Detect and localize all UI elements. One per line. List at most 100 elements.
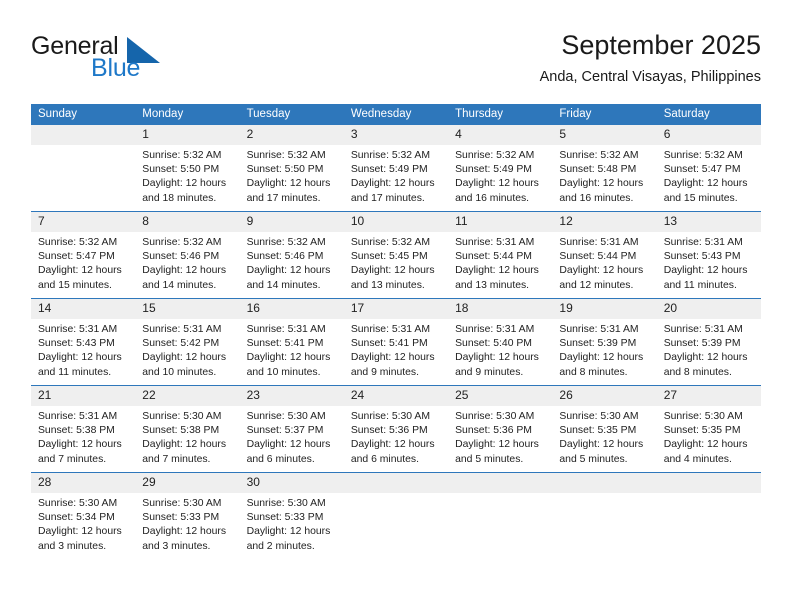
sunset-time: Sunset: 5:50 PM <box>246 164 324 176</box>
sunset-time: Sunset: 5:44 PM <box>559 251 637 263</box>
calendar-day-cell[interactable]: 9 Sunrise: 5:32 AM Sunset: 5:46 PM Daylight… <box>239 211 344 299</box>
daylight-duration-line1: Daylight: 12 hours <box>350 439 435 451</box>
daylight-duration-line2: and 10 minutes. <box>142 366 217 378</box>
sunrise-time: Sunrise: 5:31 AM <box>38 324 118 335</box>
day-number: 25 <box>448 386 553 406</box>
calendar-day-cell[interactable]: 5 Sunrise: 5:32 AM Sunset: 5:48 PM Daylight… <box>552 125 657 212</box>
sunrise-time: Sunrise: 5:31 AM <box>246 324 326 335</box>
day-sun-info: Sunrise: 5:32 AM Sunset: 5:50 PM Daylight:… <box>240 145 344 206</box>
day-number: 30 <box>239 473 344 493</box>
calendar-day-cell[interactable]: 18 Sunrise: 5:31 AM Sunset: 5:40 PM Dayligh… <box>448 298 553 386</box>
daylight-duration-line2: and 9 minutes. <box>455 366 524 378</box>
calendar-day-cell[interactable]: 20 Sunrise: 5:31 AM Sunset: 5:39 PM Dayligh… <box>656 298 761 386</box>
calendar-day-cell[interactable]: 12 Sunrise: 5:31 AM Sunset: 5:44 PM Dayligh… <box>552 211 657 299</box>
calendar-week-row: 14 Sunrise: 5:31 AM Sunset: 5:43 PM Dayligh… <box>31 298 761 386</box>
calendar-day-cell[interactable]: 29 Sunrise: 5:30 AM Sunset: 5:33 PM Dayligh… <box>135 472 240 559</box>
day-sun-info: Sunrise: 5:31 AM Sunset: 5:44 PM Daylight:… <box>448 232 552 293</box>
calendar-day-cell[interactable]: 4 Sunrise: 5:32 AM Sunset: 5:49 PM Daylight… <box>448 125 553 212</box>
day-sun-info: Sunrise: 5:30 AM Sunset: 5:33 PM Daylight:… <box>135 493 239 554</box>
day-cell-inner <box>343 473 449 559</box>
day-number: 11 <box>448 212 553 232</box>
sunrise-time: Sunrise: 5:30 AM <box>38 498 118 509</box>
calendar-header-row: Sunday Monday Tuesday Wednesday Thursday… <box>31 104 761 125</box>
calendar-table: Sunday Monday Tuesday Wednesday Thursday… <box>31 104 761 559</box>
day-number: 23 <box>239 386 344 406</box>
calendar-day-cell-empty <box>343 472 449 559</box>
calendar-day-cell[interactable]: 6 Sunrise: 5:32 AM Sunset: 5:47 PM Daylight… <box>656 125 761 212</box>
calendar-day-cell[interactable]: 26 Sunrise: 5:30 AM Sunset: 5:35 PM Dayligh… <box>552 385 657 473</box>
calendar-day-cell-empty <box>31 125 136 212</box>
calendar-day-cell[interactable]: 11 Sunrise: 5:31 AM Sunset: 5:44 PM Dayligh… <box>448 211 553 299</box>
sunset-time: Sunset: 5:47 PM <box>663 164 741 176</box>
sunrise-time: Sunrise: 5:30 AM <box>559 411 639 422</box>
day-cell-inner: 22 Sunrise: 5:30 AM Sunset: 5:38 PM Dayligh… <box>135 386 240 472</box>
calendar-week-row: 28 Sunrise: 5:30 AM Sunset: 5:34 PM Dayligh… <box>31 472 761 559</box>
calendar-day-cell[interactable]: 14 Sunrise: 5:31 AM Sunset: 5:43 PM Dayligh… <box>31 298 136 386</box>
day-cell-inner: 19 Sunrise: 5:31 AM Sunset: 5:39 PM Dayligh… <box>552 299 657 385</box>
day-sun-info: Sunrise: 5:31 AM Sunset: 5:43 PM Daylight:… <box>31 319 135 380</box>
calendar-day-cell[interactable]: 27 Sunrise: 5:30 AM Sunset: 5:35 PM Dayligh… <box>656 385 761 473</box>
sunrise-time: Sunrise: 5:32 AM <box>350 237 430 248</box>
day-number: 2 <box>239 125 344 145</box>
sunrise-time: Sunrise: 5:31 AM <box>663 237 743 248</box>
day-sun-info: Sunrise: 5:32 AM Sunset: 5:47 PM Daylight:… <box>657 145 761 206</box>
day-cell-inner: 3 Sunrise: 5:32 AM Sunset: 5:49 PM Daylight… <box>343 125 449 211</box>
sunset-time: Sunset: 5:37 PM <box>246 425 324 437</box>
daylight-duration-line2: and 15 minutes. <box>38 279 112 291</box>
calendar-day-cell[interactable]: 19 Sunrise: 5:31 AM Sunset: 5:39 PM Dayligh… <box>552 298 657 386</box>
calendar-day-cell[interactable]: 22 Sunrise: 5:30 AM Sunset: 5:38 PM Dayligh… <box>135 385 240 473</box>
calendar-day-cell[interactable]: 7 Sunrise: 5:32 AM Sunset: 5:47 PM Daylight… <box>31 211 136 299</box>
weekday-header-saturday: Saturday <box>656 104 761 125</box>
daylight-duration-line2: and 7 minutes. <box>142 453 211 465</box>
sunrise-time: Sunrise: 5:31 AM <box>350 324 430 335</box>
calendar-day-cell[interactable]: 23 Sunrise: 5:30 AM Sunset: 5:37 PM Dayligh… <box>239 385 344 473</box>
calendar-day-cell[interactable]: 25 Sunrise: 5:30 AM Sunset: 5:36 PM Dayligh… <box>448 385 553 473</box>
sunset-time: Sunset: 5:49 PM <box>350 164 428 176</box>
calendar-day-cell[interactable]: 21 Sunrise: 5:31 AM Sunset: 5:38 PM Dayligh… <box>31 385 136 473</box>
daylight-duration-line2: and 16 minutes. <box>559 192 634 204</box>
calendar-day-cell[interactable]: 1 Sunrise: 5:32 AM Sunset: 5:50 PM Daylight… <box>135 125 240 212</box>
day-number: 26 <box>552 386 657 406</box>
sunset-time: Sunset: 5:39 PM <box>663 338 741 350</box>
day-cell-inner <box>656 473 761 559</box>
day-number: 1 <box>135 125 240 145</box>
day-sun-info: Sunrise: 5:30 AM Sunset: 5:34 PM Daylight:… <box>31 493 135 554</box>
calendar-day-cell[interactable]: 16 Sunrise: 5:31 AM Sunset: 5:41 PM Dayligh… <box>239 298 344 386</box>
calendar-day-cell[interactable]: 13 Sunrise: 5:31 AM Sunset: 5:43 PM Dayligh… <box>656 211 761 299</box>
calendar-week-row: 21 Sunrise: 5:31 AM Sunset: 5:38 PM Dayligh… <box>31 385 761 473</box>
sunrise-time: Sunrise: 5:32 AM <box>246 237 326 248</box>
calendar-body: 1 Sunrise: 5:32 AM Sunset: 5:50 PM Daylight… <box>31 125 761 559</box>
calendar-day-cell[interactable]: 3 Sunrise: 5:32 AM Sunset: 5:49 PM Daylight… <box>343 125 449 212</box>
day-number: 24 <box>343 386 449 406</box>
brand-logo[interactable]: General Blue <box>31 32 261 90</box>
daylight-duration-line1: Daylight: 12 hours <box>38 352 122 364</box>
daylight-duration-line2: and 13 minutes. <box>350 279 425 291</box>
calendar-day-cell[interactable]: 30 Sunrise: 5:30 AM Sunset: 5:33 PM Dayligh… <box>239 472 344 559</box>
day-cell-inner: 5 Sunrise: 5:32 AM Sunset: 5:48 PM Daylight… <box>552 125 657 211</box>
sunrise-time: Sunrise: 5:32 AM <box>142 237 222 248</box>
calendar-day-cell[interactable]: 15 Sunrise: 5:31 AM Sunset: 5:42 PM Dayligh… <box>135 298 240 386</box>
daylight-duration-line1: Daylight: 12 hours <box>455 439 539 451</box>
calendar-day-cell[interactable]: 8 Sunrise: 5:32 AM Sunset: 5:46 PM Daylight… <box>135 211 240 299</box>
daylight-duration-line1: Daylight: 12 hours <box>38 265 122 277</box>
sunrise-time: Sunrise: 5:32 AM <box>663 150 743 161</box>
day-number: 9 <box>239 212 344 232</box>
page-header: General Blue September 2025 Anda, Centra… <box>31 28 761 94</box>
calendar-day-cell[interactable]: 10 Sunrise: 5:32 AM Sunset: 5:45 PM Dayligh… <box>343 211 449 299</box>
calendar-day-cell[interactable]: 28 Sunrise: 5:30 AM Sunset: 5:34 PM Dayligh… <box>31 472 136 559</box>
sunrise-time: Sunrise: 5:30 AM <box>142 498 222 509</box>
day-cell-inner: 21 Sunrise: 5:31 AM Sunset: 5:38 PM Dayligh… <box>31 386 136 472</box>
sunset-time: Sunset: 5:36 PM <box>350 425 428 437</box>
sunrise-time: Sunrise: 5:31 AM <box>142 324 222 335</box>
day-sun-info: Sunrise: 5:30 AM Sunset: 5:37 PM Daylight:… <box>240 406 344 467</box>
calendar-day-cell[interactable]: 24 Sunrise: 5:30 AM Sunset: 5:36 PM Dayligh… <box>343 385 449 473</box>
calendar-day-cell[interactable]: 17 Sunrise: 5:31 AM Sunset: 5:41 PM Dayligh… <box>343 298 449 386</box>
day-cell-inner: 30 Sunrise: 5:30 AM Sunset: 5:33 PM Dayligh… <box>239 473 344 559</box>
day-sun-info: Sunrise: 5:31 AM Sunset: 5:44 PM Daylight:… <box>552 232 656 293</box>
calendar-day-cell[interactable]: 2 Sunrise: 5:32 AM Sunset: 5:50 PM Daylight… <box>239 125 344 212</box>
day-number: 19 <box>552 299 657 319</box>
sunrise-time: Sunrise: 5:31 AM <box>455 324 535 335</box>
sunset-time: Sunset: 5:43 PM <box>663 251 741 263</box>
day-sun-info: Sunrise: 5:31 AM Sunset: 5:42 PM Daylight:… <box>135 319 239 380</box>
day-sun-info: Sunrise: 5:30 AM Sunset: 5:38 PM Daylight:… <box>135 406 239 467</box>
